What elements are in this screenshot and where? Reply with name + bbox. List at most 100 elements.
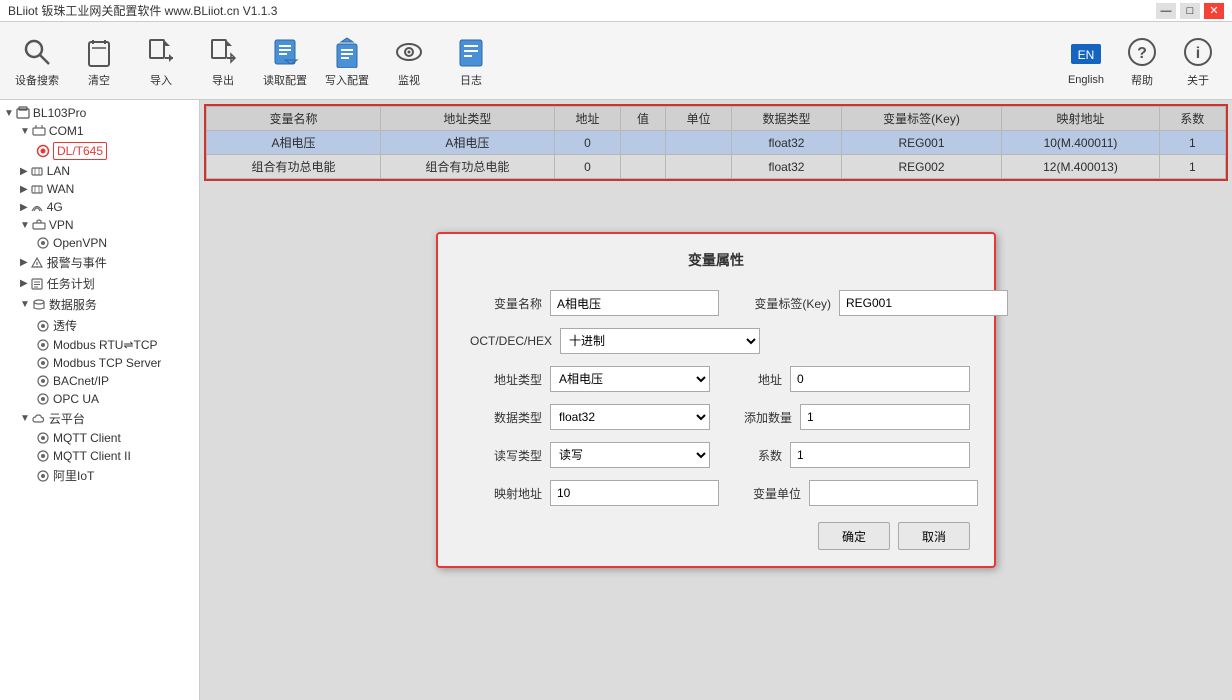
sidebar-item-mqtt-client[interactable]: MQTT Client [0, 429, 199, 447]
var-unit-label: 变量单位 [731, 485, 801, 502]
english-label: English [1068, 74, 1104, 86]
close-button[interactable]: ✕ [1204, 3, 1224, 19]
english-icon: EN [1068, 36, 1104, 72]
toolbar-log[interactable]: 日志 [442, 27, 500, 95]
sidebar-item-lan[interactable]: ▶ LAN [0, 162, 199, 180]
oct-dec-hex-select[interactable]: 十进制 八进制 十六进制 [560, 328, 760, 354]
data-type-label: 数据类型 [462, 409, 542, 426]
toolbar: 设备搜索 清空 导入 导出 读取配置 [0, 22, 1232, 100]
map-addr-label: 映射地址 [462, 485, 542, 502]
svg-text:EN: EN [1078, 48, 1095, 62]
mqtt-client-ii-label: MQTT Client II [53, 449, 131, 463]
sidebar-item-cloud[interactable]: ▼ 云平台 [0, 408, 199, 429]
bl103pro-expand-icon[interactable]: ▼ [4, 108, 14, 119]
var-name-label: 变量名称 [462, 295, 542, 312]
data-service-label: 数据服务 [49, 296, 97, 313]
sidebar-item-aliyun-iot[interactable]: 阿里IoT [0, 465, 199, 486]
data-type-select[interactable]: float32 int16 uint16 int32 uint32 [550, 404, 710, 430]
content-area: 变量名称 地址类型 地址 值 单位 数据类型 变量标签(Key) 映射地址 系数… [200, 100, 1232, 700]
export-icon [205, 34, 241, 70]
cloud-expand-icon[interactable]: ▼ [20, 413, 30, 424]
sidebar-item-4g[interactable]: ▶ 4G [0, 198, 199, 216]
alert-expand-icon[interactable]: ▶ [20, 257, 28, 268]
vpn-expand-icon[interactable]: ▼ [20, 220, 30, 231]
dialog-col-data-type: 数据类型 float32 int16 uint16 int32 uint32 [462, 404, 710, 430]
sidebar-item-opc-ua[interactable]: OPC UA [0, 390, 199, 408]
dialog-row-5: 读写类型 读写 只读 只写 系数 [462, 442, 970, 468]
sidebar-item-vpn[interactable]: ▼ VPN [0, 216, 199, 234]
toolbar-clear[interactable]: 清空 [70, 27, 128, 95]
bacnet-ip-label: BACnet/IP [53, 374, 109, 388]
maximize-button[interactable]: □ [1180, 3, 1200, 19]
wan-expand-icon[interactable]: ▶ [20, 184, 28, 195]
modbus-rtu-tcp-icon [36, 338, 50, 352]
map-addr-input[interactable] [550, 480, 719, 506]
rw-type-select[interactable]: 读写 只读 只写 [550, 442, 710, 468]
add-count-input[interactable] [800, 404, 970, 430]
titlebar-title: BLiiot 钣珠工业网关配置软件 www.BLiiot.cn V1.1.3 [8, 2, 277, 19]
sidebar-item-com1[interactable]: ▼ COM1 [0, 122, 199, 140]
sidebar-item-task[interactable]: ▶ 任务计划 [0, 273, 199, 294]
toolbar-about[interactable]: i 关于 [1172, 27, 1224, 95]
dl-t645-icon [36, 144, 50, 158]
lan-icon [30, 164, 44, 178]
sidebar-item-wan[interactable]: ▶ WAN [0, 180, 199, 198]
alert-icon [30, 256, 44, 270]
vpn-label: VPN [49, 218, 74, 232]
export-label: 导出 [212, 72, 234, 88]
vpn-icon [32, 218, 46, 232]
oct-dec-hex-label: OCT/DEC/HEX [462, 334, 552, 348]
toolbar-import[interactable]: 导入 [132, 27, 190, 95]
com1-expand-icon[interactable]: ▼ [20, 126, 30, 137]
toolbar-device-search[interactable]: 设备搜索 [8, 27, 66, 95]
opc-ua-label: OPC UA [53, 392, 99, 406]
toolbar-read-config[interactable]: 读取配置 [256, 27, 314, 95]
sidebar-item-mqtt-client-ii[interactable]: MQTT Client II [0, 447, 199, 465]
dialog-buttons: 确定 取消 [462, 522, 970, 550]
dialog-col-addr: 地址 [722, 366, 970, 392]
help-label: 帮助 [1131, 72, 1153, 88]
dialog-col-var-unit: 变量单位 [731, 480, 978, 506]
confirm-button[interactable]: 确定 [818, 522, 890, 550]
sidebar-item-transparent[interactable]: 透传 [0, 315, 199, 336]
addr-input[interactable] [790, 366, 970, 392]
openvpn-label: OpenVPN [53, 236, 107, 250]
dialog-row-3: 地址类型 A相电压 地址 [462, 366, 970, 392]
sidebar-item-modbus-tcp-server[interactable]: Modbus TCP Server [0, 354, 199, 372]
sidebar-item-bl103pro[interactable]: ▼ BL103Pro [0, 104, 199, 122]
coef-input[interactable] [790, 442, 970, 468]
minimize-button[interactable]: — [1156, 3, 1176, 19]
var-key-input[interactable] [839, 290, 1008, 316]
sidebar-item-bacnet-ip[interactable]: BACnet/IP [0, 372, 199, 390]
addr-label: 地址 [722, 371, 782, 388]
sidebar-item-data-service[interactable]: ▼ 数据服务 [0, 294, 199, 315]
sidebar-item-dl-t645[interactable]: DL/T645 [0, 140, 199, 162]
opc-ua-icon [36, 392, 50, 406]
task-expand-icon[interactable]: ▶ [20, 278, 28, 289]
addr-type-select[interactable]: A相电压 [550, 366, 710, 392]
data-service-expand-icon[interactable]: ▼ [20, 299, 30, 310]
toolbar-export[interactable]: 导出 [194, 27, 252, 95]
sidebar: ▼ BL103Pro ▼ COM1 DL/T645 ▶ LAN ▶ WAN [0, 100, 200, 700]
cancel-button[interactable]: 取消 [898, 522, 970, 550]
toolbar-write-config[interactable]: 写入配置 [318, 27, 376, 95]
alert-label: 报警与事件 [47, 254, 107, 271]
sidebar-item-openvpn[interactable]: OpenVPN [0, 234, 199, 252]
dialog-col-varkey: 变量标签(Key) [731, 290, 1008, 316]
4g-expand-icon[interactable]: ▶ [20, 202, 28, 213]
com1-label: COM1 [49, 124, 84, 138]
dl-t645-label: DL/T645 [53, 142, 107, 160]
sidebar-item-alert[interactable]: ▶ 报警与事件 [0, 252, 199, 273]
log-label: 日志 [460, 72, 482, 88]
var-name-input[interactable] [550, 290, 719, 316]
data-service-icon [32, 298, 46, 312]
modbus-rtu-tcp-label: Modbus RTU⇌TCP [53, 338, 158, 352]
add-count-label: 添加数量 [722, 409, 792, 426]
toolbar-help[interactable]: ? 帮助 [1116, 27, 1168, 95]
dialog-col-varname: 变量名称 [462, 290, 719, 316]
toolbar-monitor[interactable]: 监视 [380, 27, 438, 95]
lan-expand-icon[interactable]: ▶ [20, 166, 28, 177]
sidebar-item-modbus-rtu-tcp[interactable]: Modbus RTU⇌TCP [0, 336, 199, 354]
var-unit-input[interactable] [809, 480, 978, 506]
toolbar-english[interactable]: EN English [1060, 27, 1112, 95]
